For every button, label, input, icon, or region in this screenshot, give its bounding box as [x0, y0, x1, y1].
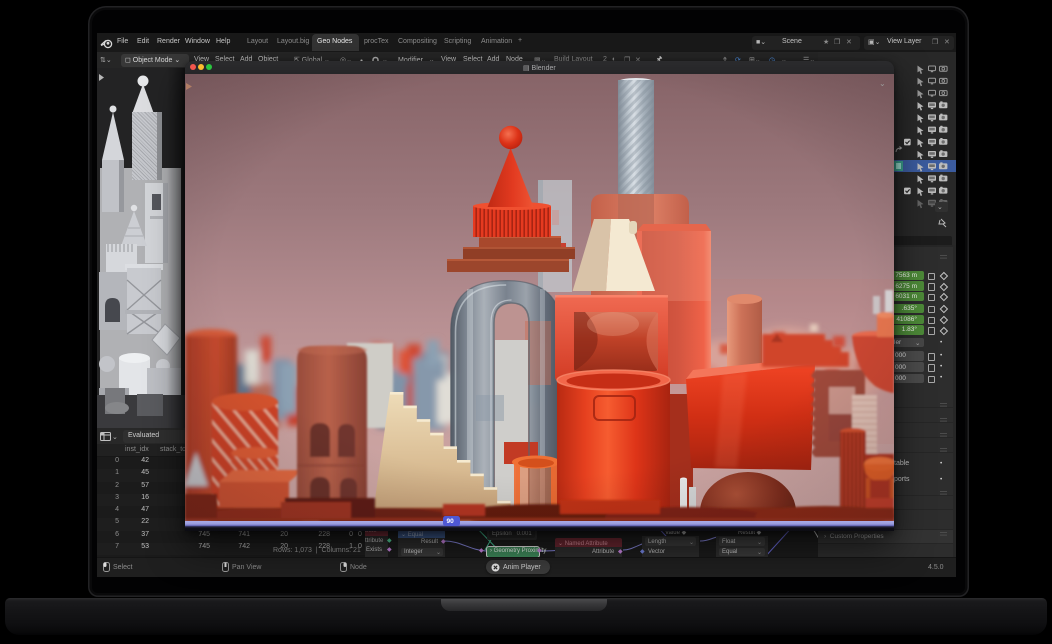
svg-text:⌄: ⌄: [879, 79, 886, 88]
